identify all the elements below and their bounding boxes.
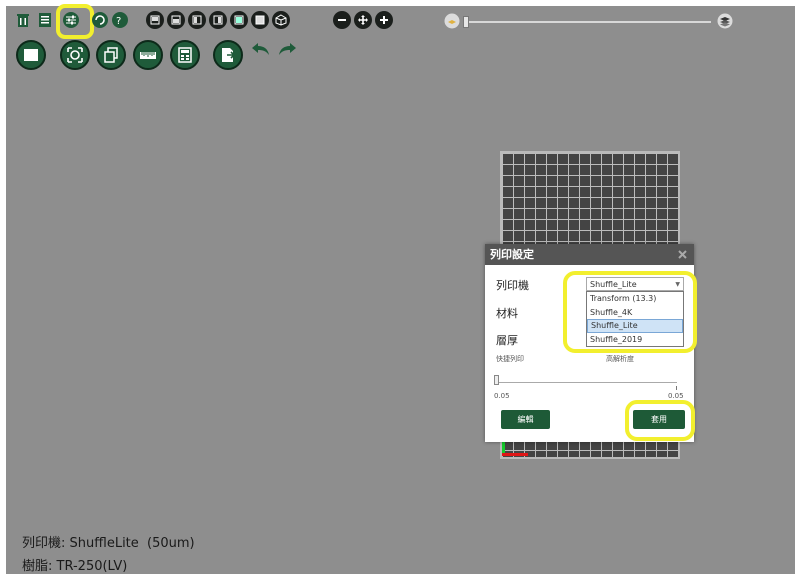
layer-thickness-label: 層厚 <box>496 334 518 347</box>
delete-icon[interactable] <box>15 12 31 28</box>
layer-bottom-icon <box>444 13 460 29</box>
edit-button[interactable]: 編輯 <box>501 410 550 429</box>
resin-status-value: TR-250(LV) <box>56 559 128 574</box>
resin-status-label: 樹脂: <box>22 559 53 574</box>
view-back-icon[interactable] <box>167 11 185 29</box>
layer-slider-thumb[interactable] <box>463 16 469 28</box>
x-axis-indicator <box>502 453 528 456</box>
slider-min-value: 0.05 <box>494 392 510 400</box>
close-icon[interactable] <box>677 249 688 260</box>
layer-thickness-slider-track[interactable] <box>496 382 677 383</box>
printer-status-value: ShuffleLite (50um) <box>69 536 195 551</box>
zoom-out-icon[interactable] <box>333 11 351 29</box>
refresh-icon[interactable] <box>92 12 108 28</box>
fit-view-icon[interactable] <box>60 40 90 70</box>
duplicate-icon[interactable] <box>96 40 126 70</box>
printer-dropdown-highlight <box>563 271 697 353</box>
undo-icon[interactable] <box>250 40 272 58</box>
ruler-icon[interactable] <box>133 40 163 70</box>
apply-button-highlight <box>625 400 695 441</box>
slider-max-value: 0.05 <box>668 392 684 400</box>
view-bottom-icon[interactable] <box>251 11 269 29</box>
view-left-icon[interactable] <box>188 11 206 29</box>
dialog-title: 列印設定 <box>490 248 534 261</box>
help-icon[interactable]: ? <box>112 12 128 28</box>
dialog-title-bar[interactable]: 列印設定 <box>485 244 694 265</box>
svg-text:?: ? <box>116 16 121 27</box>
view-top-icon[interactable] <box>230 11 248 29</box>
layer-thickness-slider-thumb[interactable] <box>494 375 499 385</box>
resin-status-line: 樹脂: TR-250(LV) <box>22 555 127 574</box>
list-icon[interactable] <box>37 12 53 28</box>
printer-status-label: 列印機: <box>22 536 66 551</box>
settings-highlight <box>56 4 94 39</box>
export-icon[interactable] <box>213 40 243 70</box>
view-front-icon[interactable] <box>146 11 164 29</box>
open-file-icon[interactable] <box>16 40 46 70</box>
redo-icon[interactable] <box>276 40 298 58</box>
move-icon[interactable] <box>354 11 372 29</box>
zoom-in-icon[interactable] <box>375 11 393 29</box>
calculator-icon[interactable] <box>170 40 200 70</box>
material-label: 材料 <box>496 307 518 320</box>
view-right-icon[interactable] <box>209 11 227 29</box>
high-res-label: 高解析度 <box>606 355 634 363</box>
fast-print-label: 快捷列印 <box>496 355 524 363</box>
layer-slider-track[interactable] <box>465 21 711 23</box>
printer-label: 列印機 <box>496 279 529 292</box>
layers-top-icon <box>717 13 733 29</box>
printer-status-line: 列印機: ShuffleLite (50um) <box>22 532 195 551</box>
slider-end-tick <box>676 386 677 390</box>
view-iso-icon[interactable] <box>272 11 290 29</box>
